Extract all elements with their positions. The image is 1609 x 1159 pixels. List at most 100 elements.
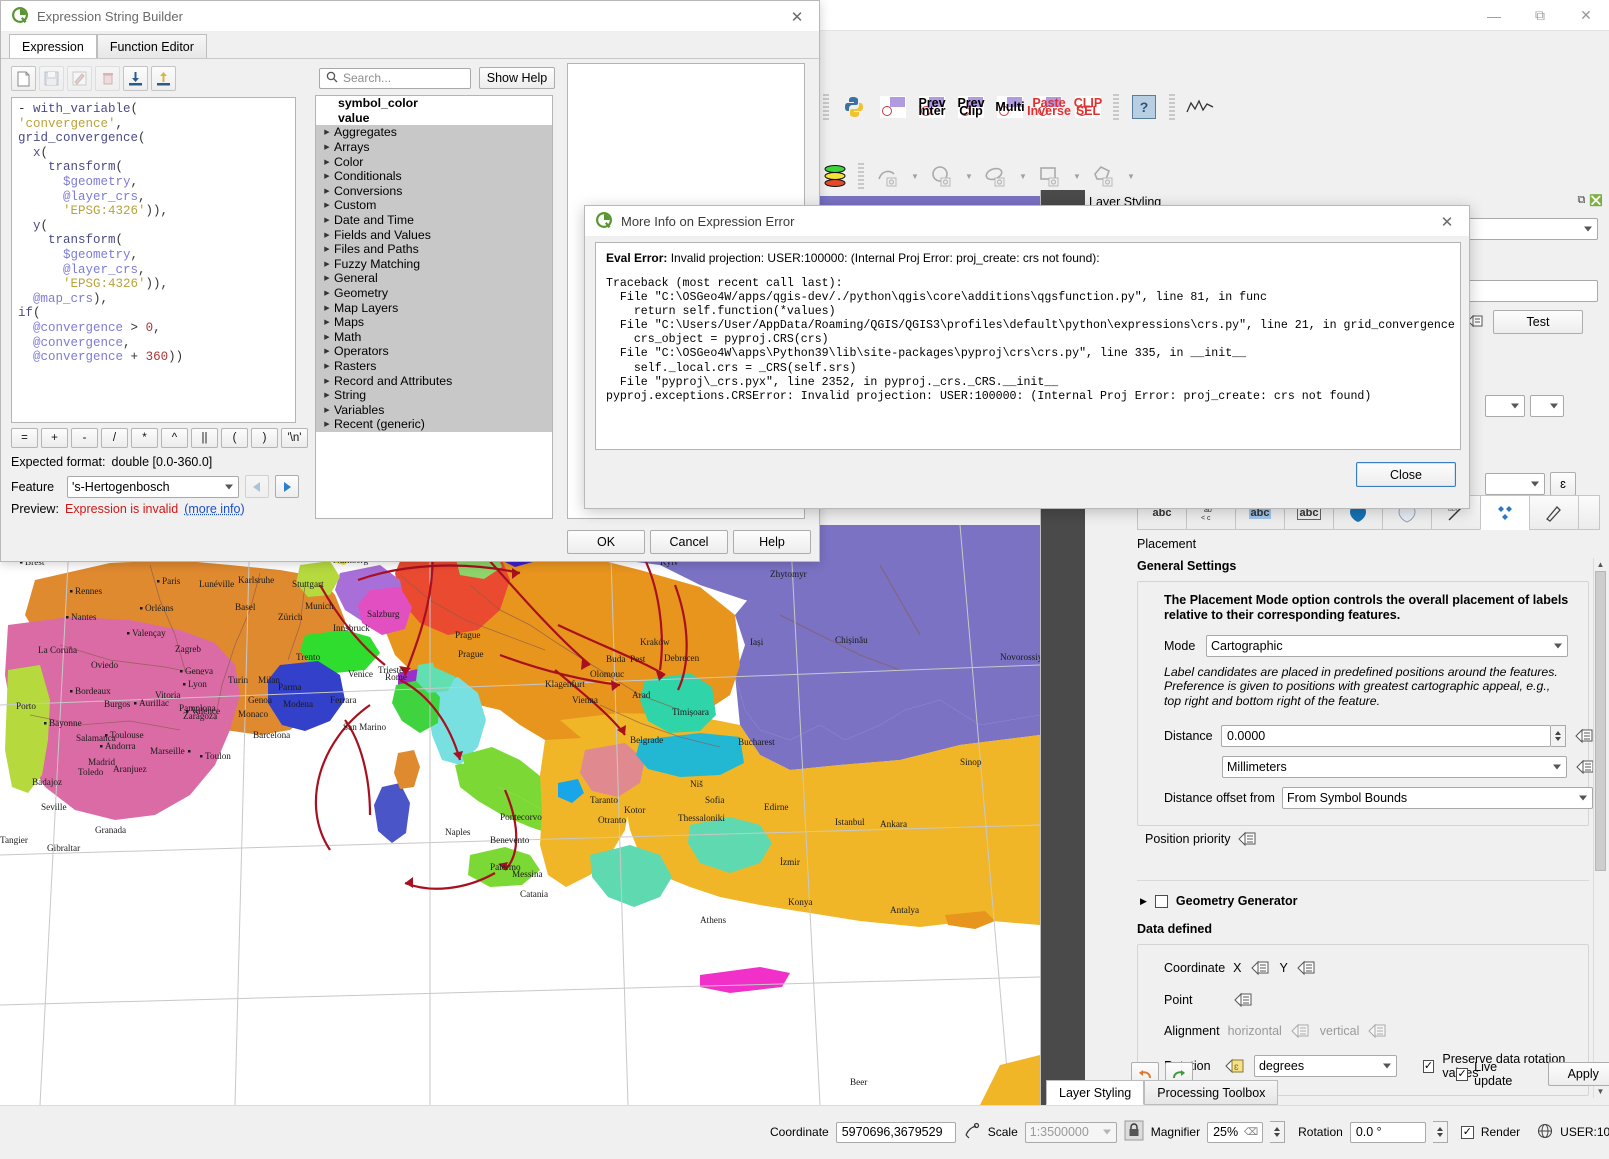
expression-code-editor[interactable]: - with_variable( 'convergence', grid_con… bbox=[11, 97, 296, 423]
map-canvas[interactable]: Brest Rouen Paris Rennes Nantes Orléans … bbox=[0, 525, 1040, 1105]
panel-scrollbar[interactable]: ▲ ▼ bbox=[1593, 558, 1607, 1098]
export-expressions-icon[interactable] bbox=[151, 66, 176, 91]
add-ellipse-feature-icon[interactable] bbox=[978, 161, 1014, 191]
add-circle-feature-icon[interactable] bbox=[924, 161, 960, 191]
apply-button[interactable]: Apply bbox=[1548, 1062, 1609, 1086]
tree-item-arrays[interactable]: ▶ Arrays bbox=[316, 139, 552, 155]
close-icon[interactable]: ✕ bbox=[1563, 0, 1609, 31]
op-power-button[interactable]: ^ bbox=[161, 428, 188, 448]
select-on-canvas-combo[interactable] bbox=[1530, 395, 1564, 417]
close-button[interactable]: Close bbox=[1356, 462, 1456, 487]
coordinate-status-input[interactable]: 5970696,3679529 bbox=[835, 1121, 956, 1143]
help-button[interactable]: Help bbox=[733, 530, 811, 554]
op-newline-button[interactable]: '\n' bbox=[281, 428, 308, 448]
toggle-extents-icon[interactable] bbox=[963, 1122, 981, 1143]
font-style-combo[interactable] bbox=[1485, 395, 1525, 417]
chevron-down-icon[interactable]: ▼ bbox=[909, 161, 921, 191]
distance-units-combo[interactable]: Millimeters bbox=[1222, 756, 1567, 778]
more-info-link[interactable]: (more info) bbox=[184, 502, 244, 516]
clip-sel-icon[interactable]: CLIP SEL bbox=[1071, 91, 1105, 123]
op-multiply-button[interactable]: * bbox=[131, 428, 158, 448]
point-data-defined-icon[interactable] bbox=[1233, 991, 1255, 1009]
rotation-stepper[interactable] bbox=[1432, 1121, 1448, 1143]
mode-combo[interactable]: Cartographic bbox=[1206, 635, 1568, 657]
live-update-checkbox[interactable]: ✓ bbox=[1455, 1067, 1469, 1081]
tree-item-math[interactable]: ▶ Math bbox=[316, 329, 552, 345]
op-close-paren-button[interactable]: ) bbox=[251, 428, 278, 448]
misc-combo[interactable] bbox=[1485, 473, 1545, 495]
scale-combo[interactable]: 1:3500000 bbox=[1024, 1121, 1117, 1143]
magnifier-stepper[interactable] bbox=[1270, 1121, 1286, 1143]
add-polygon-feature-icon[interactable] bbox=[1086, 161, 1122, 191]
add-rectangle-feature-icon[interactable] bbox=[1032, 161, 1068, 191]
epsilon-expression-button[interactable]: ɛ bbox=[1550, 472, 1576, 496]
coordinate-y-data-defined-icon[interactable] bbox=[1296, 959, 1318, 977]
alignment-vertical-data-defined-icon[interactable] bbox=[1367, 1022, 1389, 1040]
geometry-generator-row[interactable]: ▶ Geometry Generator bbox=[1140, 894, 1298, 908]
tree-item-fuzzy-matching[interactable]: ▶ Fuzzy Matching bbox=[316, 256, 552, 272]
tree-item-conversions[interactable]: ▶ Conversions bbox=[316, 183, 552, 199]
tab-rendering[interactable] bbox=[1529, 495, 1578, 530]
distance-offset-combo[interactable]: From Symbol Bounds bbox=[1282, 787, 1593, 809]
tree-item-files-and-paths[interactable]: ▶ Files and Paths bbox=[316, 241, 552, 257]
tree-item-string[interactable]: ▶ String bbox=[316, 387, 552, 403]
function-tree[interactable]: symbol_color value ▶ Aggregates ▶ Arrays ▶… bbox=[315, 95, 553, 519]
help-icon[interactable]: ? bbox=[1127, 91, 1161, 123]
tree-item-symbol-color[interactable]: symbol_color bbox=[316, 96, 552, 111]
chevron-down-icon-3[interactable]: ▼ bbox=[1017, 161, 1029, 191]
search-input[interactable]: Search... bbox=[319, 67, 471, 89]
tree-item-maps[interactable]: ▶ Maps bbox=[316, 314, 552, 330]
paste-inverse-icon[interactable]: Paste Inverse bbox=[1027, 91, 1071, 123]
crs-value[interactable]: USER:100000 bbox=[1560, 1125, 1609, 1139]
tab-placement[interactable] bbox=[1480, 495, 1529, 530]
add-line-feature-icon[interactable] bbox=[870, 161, 906, 191]
tree-item-custom[interactable]: ▶ Custom bbox=[316, 198, 552, 213]
expression-dialog-close-icon[interactable]: ✕ bbox=[775, 1, 819, 32]
tree-item-fields-and-values[interactable]: ▶ Fields and Values bbox=[316, 227, 552, 242]
tree-item-rasters[interactable]: ▶ Rasters bbox=[316, 358, 552, 374]
magnifier-input[interactable]: 25% ⌫ bbox=[1207, 1121, 1264, 1143]
test-button[interactable]: Test bbox=[1493, 310, 1583, 334]
tree-item-recent-generic[interactable]: ▶ Recent (generic) bbox=[316, 417, 552, 432]
crs-globe-icon[interactable] bbox=[1537, 1123, 1553, 1142]
multi-icon[interactable]: Multi bbox=[993, 91, 1027, 123]
chevron-down-icon-2[interactable]: ▼ bbox=[963, 161, 975, 191]
error-dialog-close-icon[interactable]: ✕ bbox=[1425, 206, 1469, 237]
prev-inter-icon[interactable]: Prev Inter bbox=[915, 91, 949, 123]
maximize-icon[interactable]: ⧉ bbox=[1517, 0, 1563, 31]
next-feature-button[interactable] bbox=[275, 475, 299, 498]
tree-item-conditionals[interactable]: ▶ Conditionals bbox=[316, 168, 552, 184]
plot-icon[interactable] bbox=[1183, 91, 1217, 123]
tree-item-geometry[interactable]: ▶ Geometry bbox=[316, 285, 552, 301]
python-console-icon[interactable] bbox=[837, 91, 871, 123]
op-equals-button[interactable]: = bbox=[11, 428, 38, 448]
scroll-up-icon[interactable]: ▲ bbox=[1594, 558, 1607, 571]
op-minus-button[interactable]: - bbox=[71, 428, 98, 448]
tree-item-value[interactable]: value bbox=[316, 111, 552, 126]
feature-combo[interactable]: 's-Hertogenbosch bbox=[67, 475, 239, 498]
tree-item-variables[interactable]: ▶ Variables bbox=[316, 402, 552, 418]
position-priority-data-defined-icon[interactable] bbox=[1237, 830, 1259, 848]
tree-item-aggregates[interactable]: ▶ Aggregates bbox=[316, 125, 552, 140]
op-divide-button[interactable]: / bbox=[101, 428, 128, 448]
select-within-icon[interactable] bbox=[876, 91, 910, 123]
show-help-button[interactable]: Show Help bbox=[479, 67, 555, 89]
minimize-icon[interactable]: — bbox=[1471, 0, 1517, 31]
ok-button[interactable]: OK bbox=[567, 530, 645, 554]
chevron-down-icon-5[interactable]: ▼ bbox=[1125, 161, 1137, 191]
distance-stepper[interactable] bbox=[1551, 725, 1566, 747]
scroll-thumb[interactable] bbox=[1595, 571, 1606, 871]
rotation-status-input[interactable]: 0.0 ° bbox=[1349, 1121, 1426, 1143]
import-expressions-icon[interactable] bbox=[123, 66, 148, 91]
alignment-horizontal-data-defined-icon[interactable] bbox=[1290, 1022, 1312, 1040]
previous-feature-button[interactable] bbox=[245, 475, 269, 498]
expand-triangle-icon[interactable]: ▶ bbox=[1140, 896, 1147, 907]
distance-input[interactable]: 0.0000 bbox=[1221, 725, 1551, 747]
tree-item-record-and-attributes[interactable]: ▶ Record and Attributes bbox=[316, 373, 552, 388]
tree-item-date-and-time[interactable]: ▶ Date and Time bbox=[316, 212, 552, 228]
tab-layer-styling[interactable]: Layer Styling bbox=[1046, 1080, 1145, 1105]
tab-function-editor[interactable]: Function Editor bbox=[96, 34, 207, 59]
geometry-generator-checkbox[interactable] bbox=[1154, 894, 1168, 908]
op-plus-button[interactable]: + bbox=[41, 428, 68, 448]
prev-clip-icon[interactable]: Prev Clip bbox=[954, 91, 988, 123]
